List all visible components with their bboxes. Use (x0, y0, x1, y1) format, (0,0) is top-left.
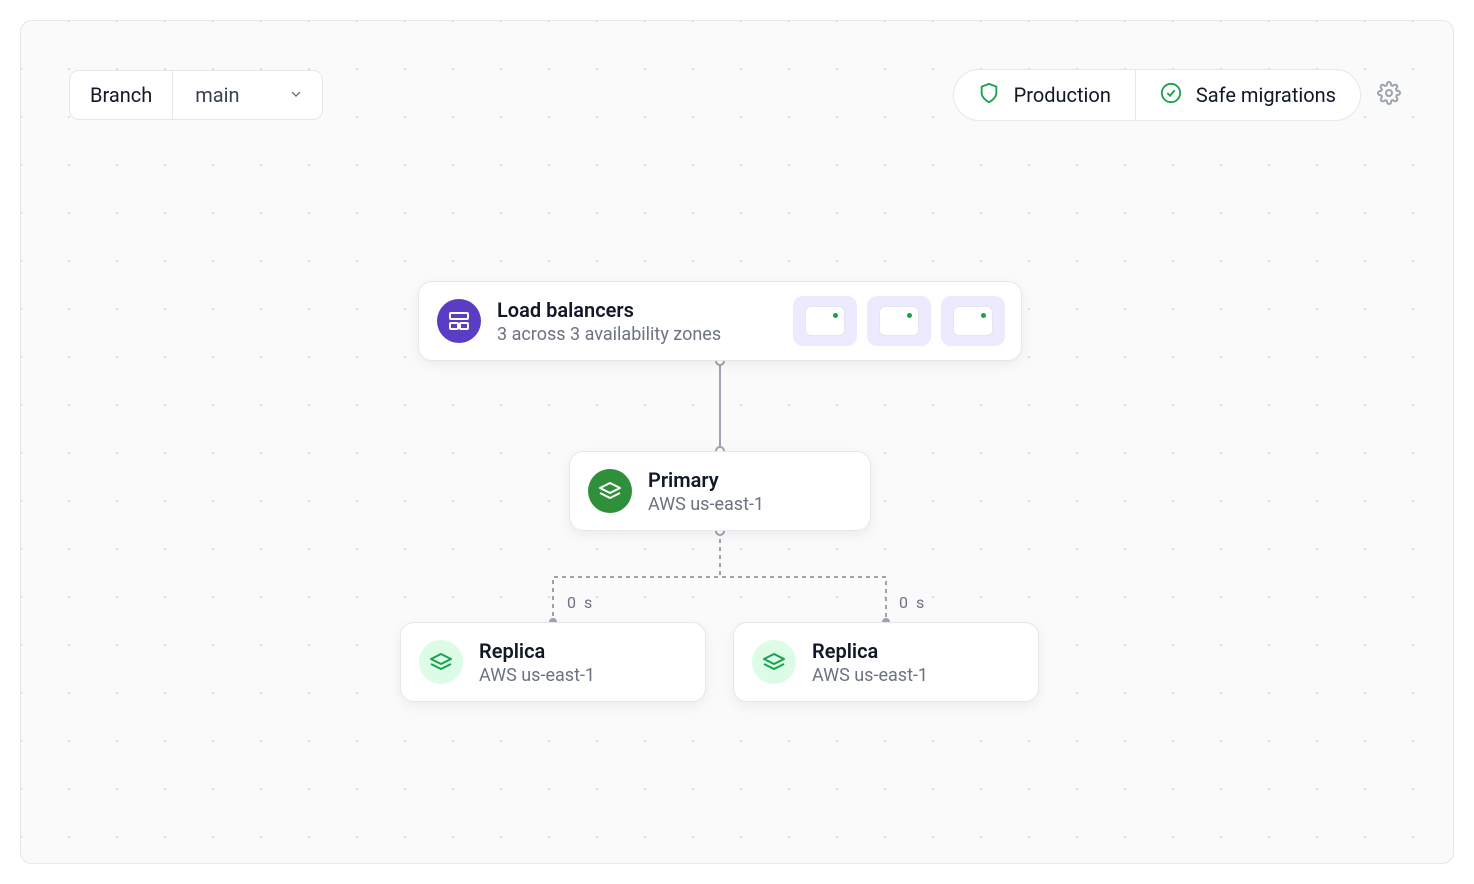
toolbar-left: Branch main (69, 70, 323, 120)
database-icon (419, 640, 463, 684)
database-icon (752, 640, 796, 684)
primary-text: Primary AWS us-east-1 (648, 468, 852, 515)
connector-lines (21, 21, 1453, 863)
replica-title: Replica (812, 639, 1020, 663)
shield-icon (978, 82, 1000, 109)
lb-instance-badge (941, 296, 1005, 346)
safe-migrations-pill[interactable]: Safe migrations (1135, 70, 1360, 120)
chevron-down-icon (288, 83, 304, 107)
lag-value: 0 (899, 593, 908, 612)
replica-lag-label: 0 s (899, 593, 924, 612)
primary-region: AWS us-east-1 (648, 494, 852, 515)
replica-region: AWS us-east-1 (479, 665, 687, 686)
branch-value: main (195, 83, 239, 107)
replica-card[interactable]: Replica AWS us-east-1 (733, 622, 1039, 702)
replica-title: Replica (479, 639, 687, 663)
replica-card[interactable]: Replica AWS us-east-1 (400, 622, 706, 702)
load-balancers-card[interactable]: Load balancers 3 across 3 availability z… (418, 281, 1022, 361)
replica-region: AWS us-east-1 (812, 665, 1020, 686)
load-balancer-badges (793, 296, 1005, 346)
load-balancer-icon (437, 299, 481, 343)
branch-label: Branch (70, 71, 173, 119)
production-pill[interactable]: Production (954, 70, 1135, 120)
branch-selector: Branch main (69, 70, 323, 120)
toolbar: Branch main Production (69, 69, 1405, 121)
load-balancers-text: Load balancers 3 across 3 availability z… (497, 298, 777, 345)
lb-instance-badge (793, 296, 857, 346)
production-label: Production (1014, 83, 1111, 107)
toolbar-right: Production Safe migrations (953, 69, 1405, 121)
database-icon (588, 469, 632, 513)
lb-instance-badge (867, 296, 931, 346)
load-balancers-title: Load balancers (497, 298, 777, 322)
settings-button[interactable] (1373, 79, 1405, 111)
safe-migrations-label: Safe migrations (1196, 83, 1336, 107)
lag-unit: s (916, 593, 924, 612)
status-pills: Production Safe migrations (953, 69, 1361, 121)
topology-canvas: Branch main Production (20, 20, 1454, 864)
primary-title: Primary (648, 468, 852, 492)
primary-card[interactable]: Primary AWS us-east-1 (569, 451, 871, 531)
gear-icon (1377, 81, 1401, 109)
load-balancers-subtitle: 3 across 3 availability zones (497, 324, 777, 345)
replica-text: Replica AWS us-east-1 (812, 639, 1020, 686)
lag-value: 0 (567, 593, 576, 612)
check-circle-icon (1160, 82, 1182, 109)
replica-lag-label: 0 s (567, 593, 592, 612)
lag-unit: s (584, 593, 592, 612)
replica-text: Replica AWS us-east-1 (479, 639, 687, 686)
branch-dropdown[interactable]: main (173, 71, 321, 119)
